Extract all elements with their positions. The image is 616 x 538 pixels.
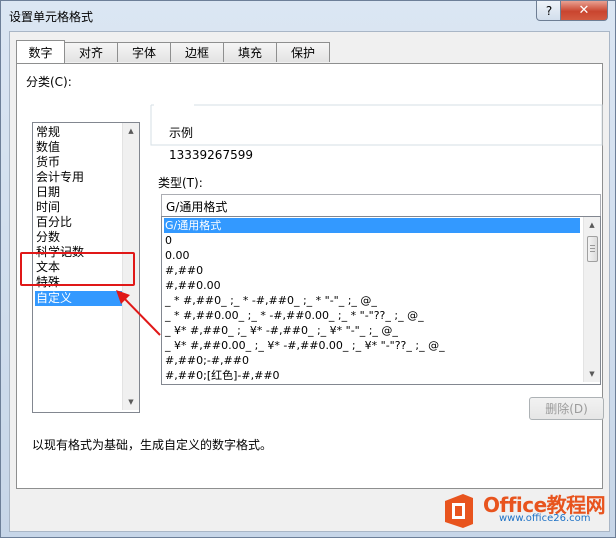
category-item[interactable]: 分数	[35, 230, 60, 245]
type-label: 类型(T):	[158, 176, 203, 190]
office-logo-icon	[445, 494, 473, 528]
delete-button[interactable]: 删除(D)	[529, 397, 604, 420]
scroll-down-icon[interactable]: ▼	[584, 367, 600, 381]
tab-alignment[interactable]: 对齐	[64, 42, 118, 62]
watermark-url: www.office26.com	[499, 513, 591, 524]
category-item[interactable]: 时间	[35, 200, 60, 215]
thumb-grip	[590, 251, 595, 252]
close-button[interactable]: ✕	[560, 1, 608, 21]
category-item[interactable]: 常规	[35, 125, 60, 140]
format-item[interactable]: #,##0.00	[164, 278, 221, 293]
tab-protection[interactable]: 保护	[276, 42, 330, 62]
help-icon: ?	[545, 3, 553, 18]
title-bar: 设置单元格格式 ? ✕	[1, 1, 615, 31]
annotation-highlight-box	[20, 252, 135, 286]
category-item[interactable]: 百分比	[35, 215, 72, 230]
sample-group-border	[150, 104, 603, 146]
thumb-grip	[590, 248, 595, 249]
dialog-title: 设置单元格格式	[9, 10, 94, 24]
format-item[interactable]: _ ¥* #,##0_ ;_ ¥* -#,##0_ ;_ ¥* "-"_ ;_ …	[164, 323, 398, 338]
format-item[interactable]: _ ¥* #,##0.00_ ;_ ¥* -#,##0.00_ ;_ ¥* "-…	[164, 338, 445, 353]
format-item[interactable]: #,##0;[红色]-#,##0	[164, 368, 280, 383]
category-item[interactable]: 会计专用	[35, 170, 84, 185]
type-input[interactable]: G/通用格式	[161, 194, 601, 217]
category-label: 分类(C):	[26, 75, 72, 89]
sample-value: 13339267599	[169, 148, 253, 162]
format-item[interactable]: _ * #,##0_ ;_ * -#,##0_ ;_ * "-"_ ;_ @_	[164, 293, 377, 308]
watermark-logo: Office教程网 www.office26.com	[437, 487, 613, 535]
format-item[interactable]: 0.00	[164, 248, 190, 263]
thumb-grip	[590, 245, 595, 246]
format-item[interactable]: #,##0;-#,##0	[164, 353, 249, 368]
tab-font[interactable]: 字体	[117, 42, 171, 62]
format-list[interactable]: G/通用格式 0 0.00 #,##0 #,##0.00 _ * #,##0_ …	[161, 216, 601, 385]
format-item[interactable]: _ * #,##0.00_ ;_ * -#,##0.00_ ;_ * "-"??…	[164, 308, 424, 323]
format-item-selected[interactable]: G/通用格式	[164, 218, 580, 233]
tab-number[interactable]: 数字	[16, 40, 65, 63]
tab-fill[interactable]: 填充	[223, 42, 277, 62]
format-scrollbar[interactable]: ▲ ▼	[583, 217, 600, 382]
help-button[interactable]: ?	[536, 1, 562, 21]
format-item[interactable]: #,##0	[164, 263, 203, 278]
custom-format-description: 以现有格式为基础，生成自定义的数字格式。	[32, 438, 273, 452]
scroll-thumb[interactable]	[587, 236, 598, 262]
close-icon: ✕	[578, 3, 590, 18]
annotation-arrow-icon	[116, 290, 161, 336]
scroll-up-icon[interactable]: ▲	[584, 218, 600, 232]
type-input-value: G/通用格式	[166, 200, 228, 214]
category-item[interactable]: 日期	[35, 185, 60, 200]
category-item[interactable]: 数值	[35, 140, 60, 155]
tab-border[interactable]: 边框	[170, 42, 224, 62]
format-item[interactable]: 0	[164, 233, 172, 248]
category-item[interactable]: 货币	[35, 155, 60, 170]
scroll-down-icon[interactable]: ▼	[123, 395, 139, 409]
